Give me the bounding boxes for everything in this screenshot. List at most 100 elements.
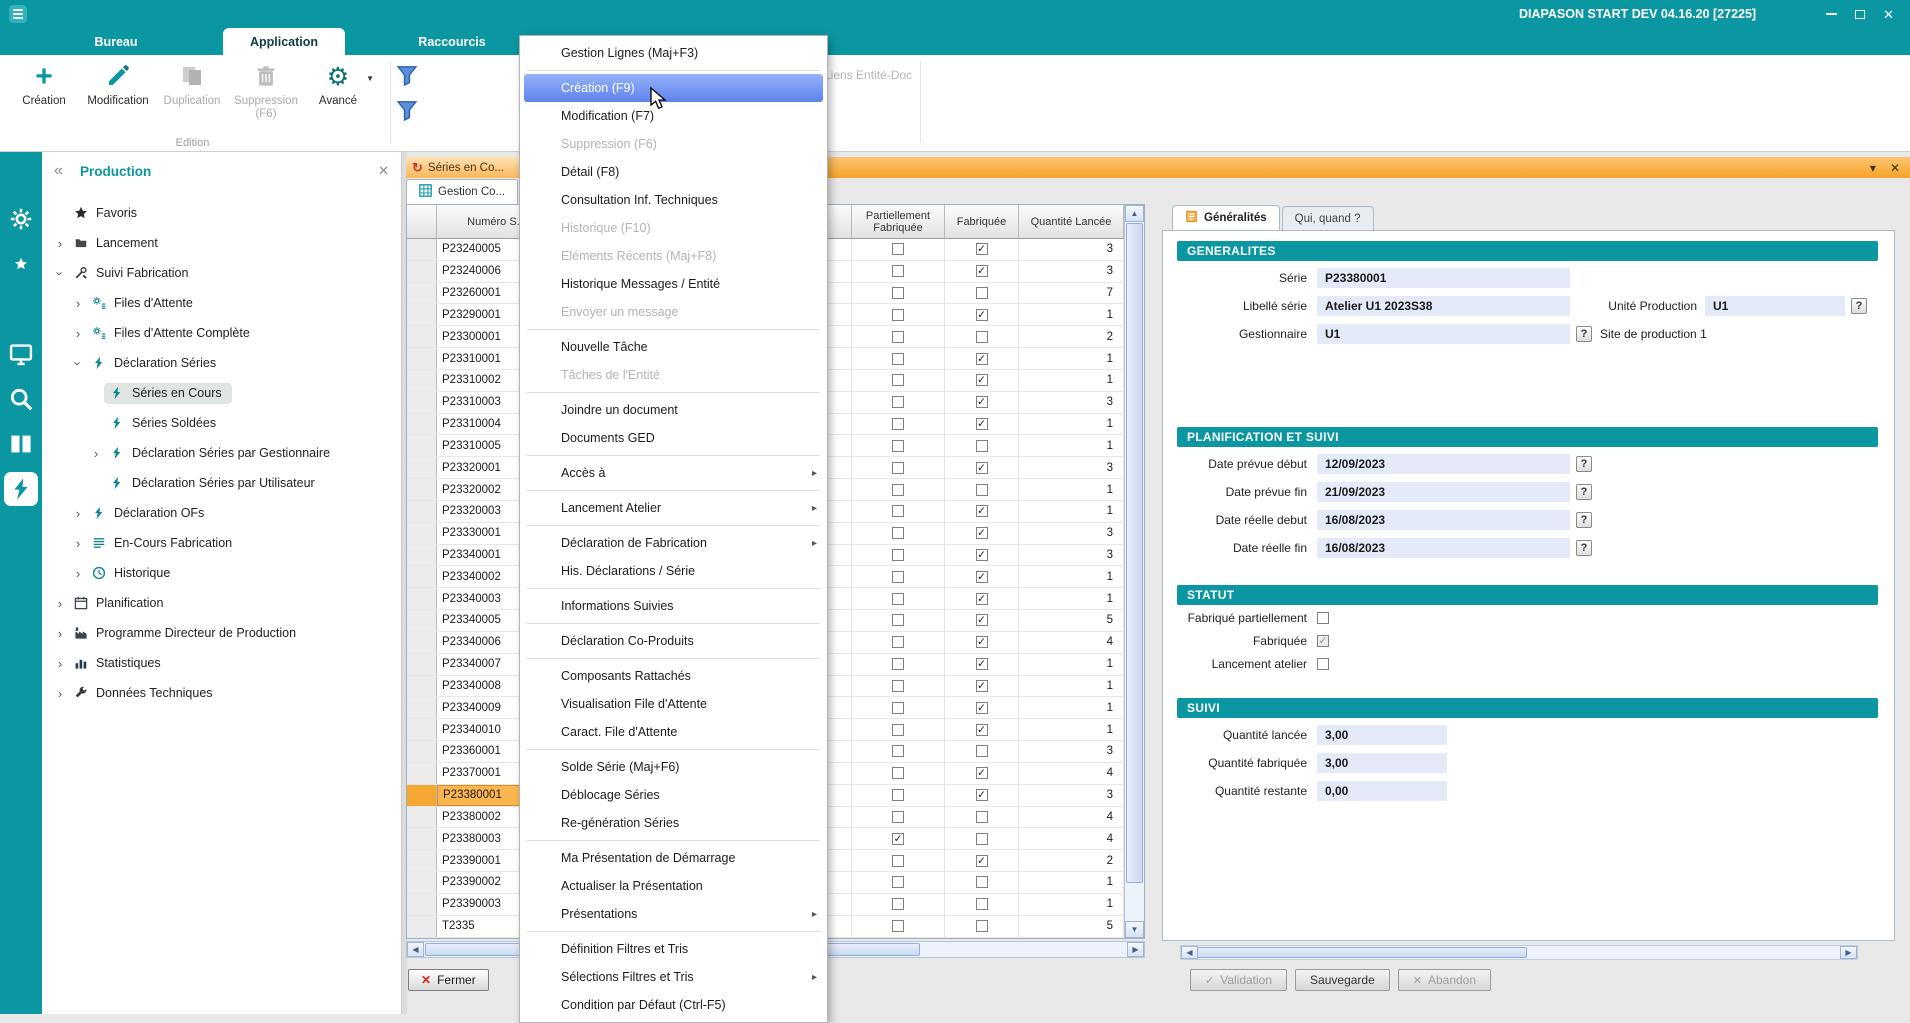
- qty-cell[interactable]: 1: [1019, 435, 1124, 456]
- chevron-right-icon[interactable]: ›: [52, 596, 68, 611]
- unite-field[interactable]: U1: [1705, 296, 1845, 316]
- menu-item[interactable]: Actualiser la Présentation: [520, 872, 827, 900]
- tab-generalites[interactable]: Généralités: [1172, 205, 1280, 230]
- qty-cell[interactable]: 3: [1019, 741, 1124, 762]
- partially-made-cell[interactable]: [852, 741, 945, 762]
- made-cell[interactable]: [945, 348, 1019, 369]
- made-cell[interactable]: [945, 501, 1019, 522]
- made-cell[interactable]: [945, 435, 1019, 456]
- made-cell[interactable]: [945, 239, 1019, 260]
- column-header[interactable]: Partiellement Fabriquée: [852, 205, 945, 239]
- rail-search-icon[interactable]: [0, 382, 42, 416]
- made-cell[interactable]: [945, 261, 1019, 282]
- menu-item[interactable]: Déclaration de Fabrication▸: [520, 529, 827, 557]
- partially-made-cell[interactable]: [852, 807, 945, 828]
- menu-item[interactable]: Composants Rattachés: [520, 662, 827, 690]
- partially-made-cell[interactable]: [852, 304, 945, 325]
- chevron-right-icon[interactable]: ›: [70, 326, 86, 341]
- tab-raccourcis[interactable]: Raccourcis: [391, 28, 513, 55]
- serie-field[interactable]: P23380001: [1317, 268, 1570, 288]
- partially-made-cell[interactable]: [852, 828, 945, 849]
- row-selector-cell[interactable]: [407, 785, 437, 806]
- qty-cell[interactable]: 3: [1019, 392, 1124, 413]
- gestion-subtab[interactable]: Gestion Co...: [406, 179, 518, 204]
- menu-item[interactable]: Nouvelle Tâche: [520, 333, 827, 361]
- row-selector-cell[interactable]: [407, 370, 437, 391]
- menu-item[interactable]: Re-génération Séries: [520, 809, 827, 837]
- qty-cell[interactable]: 3: [1019, 457, 1124, 478]
- rail-desktop-icon[interactable]: [0, 337, 42, 371]
- row-selector-cell[interactable]: [407, 435, 437, 456]
- help-button[interactable]: ?: [1576, 484, 1592, 500]
- chevron-right-icon[interactable]: ›: [70, 566, 86, 581]
- qty-cell[interactable]: 1: [1019, 479, 1124, 500]
- status-checkbox[interactable]: [1317, 658, 1329, 670]
- qty-cell[interactable]: 7: [1019, 283, 1124, 304]
- status-checkbox[interactable]: [1317, 612, 1329, 624]
- made-cell[interactable]: [945, 304, 1019, 325]
- row-selector-cell[interactable]: [407, 523, 437, 544]
- avance-button[interactable]: ⚙▼ Avancé: [306, 62, 370, 108]
- nav-item-suivi-fabrication[interactable]: ›Suivi Fabrication: [42, 258, 401, 288]
- made-cell[interactable]: [945, 828, 1019, 849]
- row-selector-cell[interactable]: [407, 501, 437, 522]
- menu-item[interactable]: Solde Série (Maj+F6): [520, 753, 827, 781]
- chevron-right-icon[interactable]: ›: [52, 656, 68, 671]
- date-field[interactable]: 21/09/2023: [1317, 482, 1570, 502]
- nav-item-s-ries-en-cours[interactable]: Séries en Cours: [42, 378, 401, 408]
- gestionnaire-field[interactable]: U1: [1317, 324, 1570, 344]
- row-selector-cell[interactable]: [407, 654, 437, 675]
- menu-item[interactable]: Gestion Lignes (Maj+F3): [520, 39, 827, 67]
- menu-item[interactable]: Sélections Filtres et Tris▸: [520, 963, 827, 991]
- scrollbar-thumb[interactable]: [1197, 947, 1527, 958]
- scroll-right-icon[interactable]: ▶: [1127, 942, 1144, 957]
- row-selector-cell[interactable]: [407, 894, 437, 915]
- menu-item[interactable]: Documents GED: [520, 424, 827, 452]
- menu-item[interactable]: Condition par Défaut (Ctrl-F5): [520, 991, 827, 1019]
- made-cell[interactable]: [945, 370, 1019, 391]
- scroll-left-icon[interactable]: ◀: [407, 942, 424, 957]
- qty-field[interactable]: 3,00: [1317, 725, 1447, 745]
- row-selector-cell[interactable]: [407, 304, 437, 325]
- partially-made-cell[interactable]: [852, 719, 945, 740]
- qty-cell[interactable]: 1: [1019, 588, 1124, 609]
- qty-cell[interactable]: 1: [1019, 894, 1124, 915]
- nav-item-d-claration-s-ries[interactable]: ›Déclaration Séries: [42, 348, 401, 378]
- partially-made-cell[interactable]: [852, 872, 945, 893]
- row-selector-cell[interactable]: [407, 566, 437, 587]
- qty-cell[interactable]: 5: [1019, 610, 1124, 631]
- nav-item-en-cours-fabrication[interactable]: ›En-Cours Fabrication: [42, 528, 401, 558]
- partially-made-cell[interactable]: [852, 632, 945, 653]
- date-field[interactable]: 12/09/2023: [1317, 454, 1570, 474]
- partially-made-cell[interactable]: [852, 697, 945, 718]
- chevron-right-icon[interactable]: ›: [70, 536, 86, 551]
- menu-item[interactable]: Caract. File d'Attente: [520, 718, 827, 746]
- row-selector-cell[interactable]: [407, 828, 437, 849]
- date-field[interactable]: 16/08/2023: [1317, 510, 1570, 530]
- nav-item-planification[interactable]: ›Planification: [42, 588, 401, 618]
- date-field[interactable]: 16/08/2023: [1317, 538, 1570, 558]
- chevron-down-icon[interactable]: ›: [71, 355, 86, 371]
- chevron-right-icon[interactable]: ›: [88, 446, 104, 461]
- qty-cell[interactable]: 4: [1019, 828, 1124, 849]
- minimize-icon[interactable]: [1826, 13, 1837, 15]
- menu-item[interactable]: Envoyer un message: [520, 298, 827, 326]
- menu-item[interactable]: Accès à▸: [520, 459, 827, 487]
- qty-cell[interactable]: 1: [1019, 348, 1124, 369]
- menu-item[interactable]: Modification (F7): [520, 102, 827, 130]
- nav-item-programme-directeur-de-production[interactable]: ›Programme Directeur de Production: [42, 618, 401, 648]
- partially-made-cell[interactable]: [852, 392, 945, 413]
- tab-bureau[interactable]: Bureau: [55, 28, 177, 55]
- maximize-icon[interactable]: [1855, 10, 1865, 19]
- made-cell[interactable]: [945, 916, 1019, 937]
- row-selector-cell[interactable]: [407, 807, 437, 828]
- made-cell[interactable]: [945, 545, 1019, 566]
- menu-item[interactable]: Suppression (F6): [520, 130, 827, 158]
- partially-made-cell[interactable]: [852, 654, 945, 675]
- made-cell[interactable]: [945, 697, 1019, 718]
- made-cell[interactable]: [945, 785, 1019, 806]
- menu-item[interactable]: Détail (F8): [520, 158, 827, 186]
- row-selector-cell[interactable]: [407, 676, 437, 697]
- nav-item-historique[interactable]: ›Historique: [42, 558, 401, 588]
- close-icon[interactable]: ✕: [1883, 9, 1894, 20]
